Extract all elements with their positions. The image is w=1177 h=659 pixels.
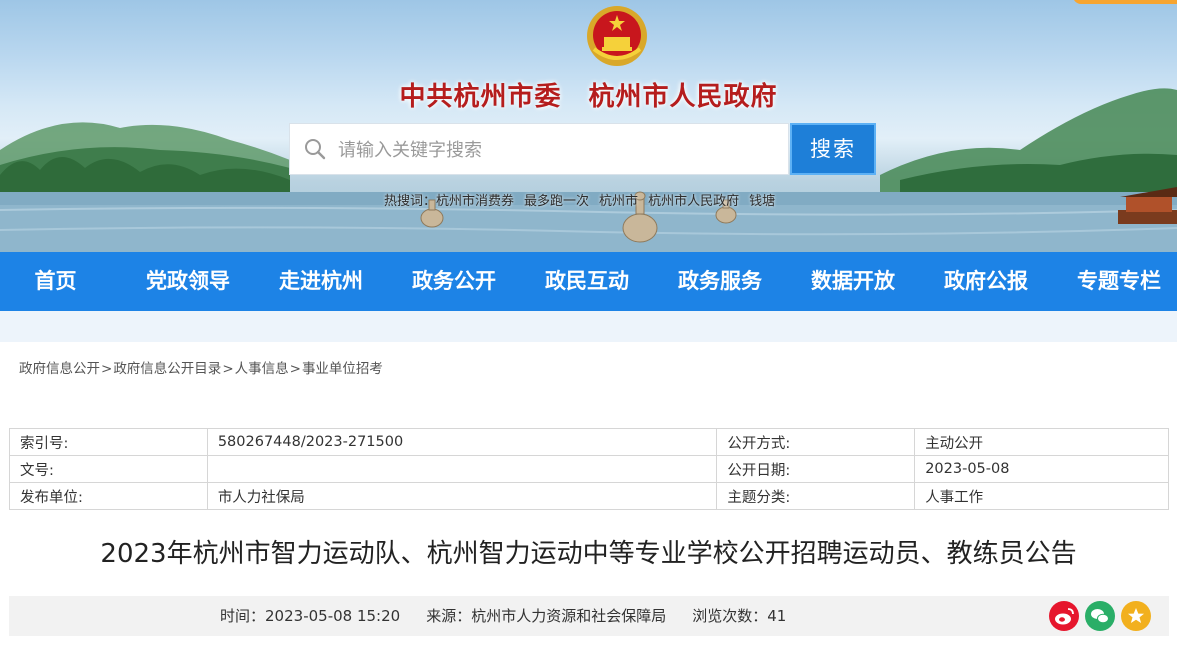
- meta-value-category: 人事工作: [914, 482, 1169, 510]
- meta-label: 公开方式:: [716, 428, 916, 456]
- article-source: 杭州市人力资源和社会保障局: [471, 607, 667, 625]
- breadcrumb-separator: >: [101, 361, 113, 377]
- breadcrumb-separator: >: [289, 361, 301, 377]
- nav-item-interaction[interactable]: 政民互动: [537, 252, 637, 311]
- meta-label: 公开日期:: [716, 455, 916, 483]
- article-info: 时间：2023-05-08 15:20 来源：杭州市人力资源和社会保障局 浏览次数：…: [220, 596, 786, 636]
- hot-word[interactable]: 杭州市: [599, 194, 638, 209]
- article-info-bar: 时间：2023-05-08 15:20 来源：杭州市人力资源和社会保障局 浏览次数：…: [9, 596, 1169, 636]
- nav-item-open-data[interactable]: 数据开放: [803, 252, 903, 311]
- nav-item-home[interactable]: 首页: [18, 252, 93, 311]
- table-row: 发布单位: 市人力社保局 主题分类: 人事工作: [9, 482, 1169, 510]
- nav-item-gazette[interactable]: 政府公报: [936, 252, 1036, 311]
- view-count: 41: [767, 607, 787, 625]
- main-nav: 首页 党政领导 走进杭州 政务公开 政民互动 政务服务 数据开放 政府公报 专题…: [0, 252, 1177, 311]
- site-title: 中共杭州市委 杭州市人民政府: [399, 82, 778, 112]
- document-meta-table: 索引号: 580267448/2023-271500 公开方式: 主动公开 文号…: [9, 428, 1169, 510]
- breadcrumb: 政府信息公开>政府信息公开目录>人事信息>事业单位招考: [19, 357, 383, 377]
- header-banner: 中共杭州市委 杭州市人民政府 搜索 热搜词：杭州市消费券最多跑一次杭州市杭州市人…: [0, 0, 1177, 252]
- nav-item-gov-affairs[interactable]: 政务公开: [404, 252, 504, 311]
- source-label: 来源：: [426, 607, 472, 625]
- breadcrumb-link[interactable]: 政府信息公开: [19, 361, 100, 377]
- national-emblem-icon: [587, 6, 647, 66]
- publish-time: 2023-05-08 15:20: [265, 607, 401, 625]
- table-row: 索引号: 580267448/2023-271500 公开方式: 主动公开: [9, 428, 1169, 456]
- wechat-share-button[interactable]: [1085, 601, 1115, 631]
- hot-words: 热搜词：杭州市消费券 最多跑一次 杭州市 杭州市人民政府 钱塘: [384, 190, 785, 209]
- meta-value-index-no: 580267448/2023-271500: [206, 428, 718, 456]
- top-right-tab[interactable]: [1073, 0, 1177, 4]
- search-icon: [305, 139, 326, 160]
- time-label: 时间：: [220, 607, 266, 625]
- search-box: [289, 123, 789, 176]
- meta-label: 主题分类:: [716, 482, 916, 510]
- views-label: 浏览次数：: [692, 607, 768, 625]
- hot-words-label: 热搜词：: [384, 194, 437, 209]
- weibo-icon: [1055, 608, 1074, 625]
- weibo-share-button[interactable]: [1049, 601, 1079, 631]
- hot-word[interactable]: 最多跑一次: [524, 194, 589, 209]
- meta-label: 索引号:: [9, 428, 208, 456]
- nav-item-services[interactable]: 政务服务: [670, 252, 770, 311]
- table-row: 文号: 公开日期: 2023-05-08: [9, 455, 1169, 483]
- meta-value-doc-no: [206, 455, 718, 483]
- meta-value-open-mode: 主动公开: [914, 428, 1169, 456]
- meta-label: 文号:: [9, 455, 208, 483]
- favorite-star-icon: [1128, 608, 1144, 623]
- hot-word[interactable]: 钱塘: [749, 194, 775, 209]
- breadcrumb-link[interactable]: 人事信息: [235, 361, 289, 377]
- breadcrumb-link[interactable]: 事业单位招考: [302, 361, 383, 377]
- breadcrumb-link[interactable]: 政府信息公开目录: [113, 361, 221, 377]
- nav-shadow-strip: [0, 311, 1177, 342]
- nav-item-leadership[interactable]: 党政领导: [138, 252, 238, 311]
- search-input[interactable]: [336, 124, 780, 176]
- search-button[interactable]: 搜索: [790, 123, 876, 175]
- wechat-icon: [1091, 609, 1109, 624]
- hot-word[interactable]: 杭州市人民政府: [648, 194, 739, 209]
- meta-value-open-date: 2023-05-08: [914, 455, 1169, 483]
- nav-item-about-hangzhou[interactable]: 走进杭州: [271, 252, 371, 311]
- meta-label: 发布单位:: [9, 482, 208, 510]
- hot-word[interactable]: 杭州市消费券: [436, 194, 514, 209]
- nav-item-topics[interactable]: 专题专栏: [1069, 252, 1169, 311]
- meta-value-issuer: 市人力社保局: [206, 482, 718, 510]
- breadcrumb-separator: >: [222, 361, 234, 377]
- article-title: 2023年杭州市智力运动队、杭州智力运动中等专业学校公开招聘运动员、教练员公告: [100, 539, 1077, 569]
- favorite-button[interactable]: [1121, 601, 1151, 631]
